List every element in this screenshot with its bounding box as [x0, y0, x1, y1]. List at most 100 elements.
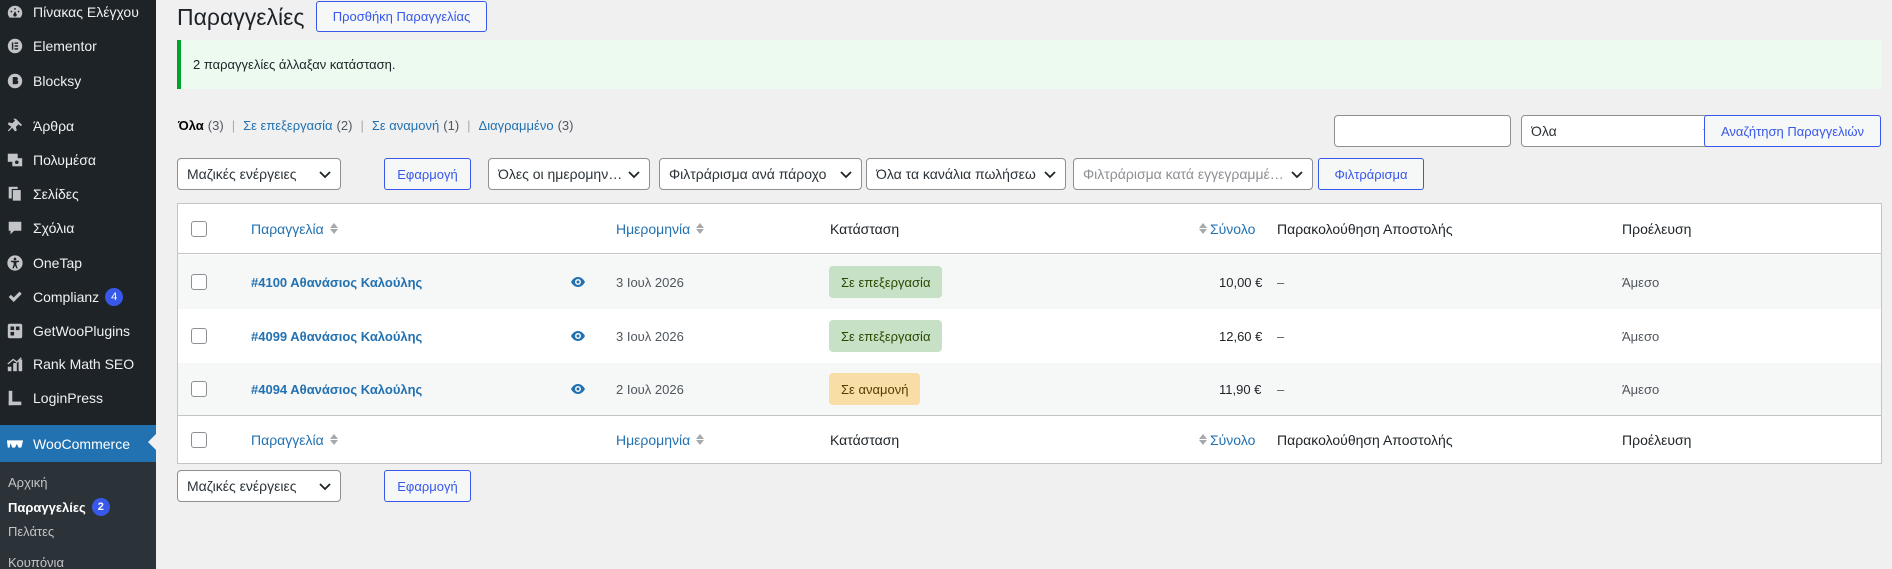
table-row[interactable]: #4094 Αθανάσιος Καλούλης 2 Ιουλ 2026 Σε … — [178, 363, 1881, 415]
sidebar-item-woocommerce[interactable]: WooCommerce — [0, 425, 156, 462]
table-header: Παραγγελία Ημερομηνία Κατάσταση Σύνολο Π… — [178, 204, 1881, 254]
customer-filter-select[interactable]: Φιλτράρισμα κατά εγγεγραμμέν... — [1073, 158, 1313, 190]
sidebar-item-media[interactable]: Πολυμέσα — [0, 143, 156, 177]
header-status-label: Κατάσταση — [830, 220, 900, 237]
footer-total[interactable]: Σύνολο — [1199, 416, 1255, 463]
sort-icon — [329, 223, 338, 234]
view-separator: | — [231, 118, 236, 133]
tracking-cell: – — [1277, 274, 1285, 290]
dates-select[interactable]: Όλες οι ημερομηνίες — [488, 158, 650, 190]
woocommerce-submenu: Αρχική Παραγγελίες 2 Πελάτες Κουπόνια — [0, 462, 156, 569]
header-total[interactable]: Σύνολο — [1199, 204, 1255, 253]
sidebar-item-label: Elementor — [33, 38, 97, 54]
view-trash[interactable]: Διαγραμμένο — [479, 118, 554, 133]
select-all-checkbox[interactable] — [191, 220, 207, 237]
date-cell: 3 Ιουλ 2026 — [616, 274, 684, 290]
submenu-customers[interactable]: Πελάτες — [8, 524, 54, 539]
view-separator: | — [360, 118, 364, 133]
footer-tracking-label: Παρακολούθηση Αποστολής — [1277, 431, 1453, 448]
channels-value: Όλα τα κανάλια πωλήσεω — [876, 166, 1036, 182]
bottom-apply-button[interactable]: Εφαρμογή — [384, 470, 471, 502]
chevron-down-icon — [1043, 167, 1057, 181]
header-total-label: Σύνολο — [1210, 220, 1256, 237]
order-link[interactable]: #4094 Αθανάσιος Καλούλης — [251, 382, 422, 397]
sidebar-item-getwooplugins[interactable]: GetWooPlugins — [0, 314, 156, 348]
preview-eye-icon[interactable] — [571, 309, 585, 363]
submenu-label: Κουπόνια — [8, 555, 64, 569]
row-checkbox[interactable] — [191, 328, 207, 344]
chevron-down-icon — [839, 167, 853, 181]
sidebar-item-label: Σχόλια — [33, 220, 75, 236]
row-checkbox[interactable] — [191, 274, 207, 290]
sidebar-item-dashboard[interactable]: Πίνακας Ελέγχου — [0, 0, 156, 29]
sidebar-item-label: Πολυμέσα — [33, 152, 96, 168]
preview-eye-icon[interactable] — [571, 255, 585, 309]
elementor-icon — [5, 36, 25, 56]
channels-select[interactable]: Όλα τα κανάλια πωλήσεω — [866, 158, 1066, 190]
provider-value: Φιλτράρισμα ανά πάροχο — [669, 166, 827, 182]
order-cell: #4100 Αθανάσιος Καλούλης — [251, 255, 422, 309]
select-all-checkbox[interactable] — [191, 431, 207, 448]
sidebar-item-rankmath[interactable]: Rank Math SEO — [0, 347, 156, 381]
view-processing[interactable]: Σε επεξεργασία — [243, 118, 332, 133]
sidebar-item-loginpress[interactable]: LoginPress — [0, 381, 156, 415]
sidebar-item-label: Complianz — [33, 289, 100, 305]
search-orders-button[interactable]: Αναζήτηση Παραγγελιών — [1704, 115, 1881, 147]
footer-date-label: Ημερομηνία — [616, 431, 691, 448]
sidebar-item-posts[interactable]: Άρθρα — [0, 109, 156, 143]
sort-icon — [1199, 223, 1207, 234]
sidebar-item-comments[interactable]: Σχόλια — [0, 211, 156, 245]
search-scope-select[interactable]: Όλα — [1521, 115, 1725, 147]
preview-eye-icon[interactable] — [571, 363, 585, 415]
sidebar-item-label: Rank Math SEO — [33, 356, 135, 372]
sidebar-item-label: Άρθρα — [33, 118, 75, 134]
dates-value: Όλες οι ημερομηνίες — [498, 166, 623, 182]
order-cell: #4099 Αθανάσιος Καλούλης — [251, 309, 422, 363]
footer-origin: Προέλευση — [1622, 416, 1691, 463]
plugins-icon — [5, 321, 25, 341]
sidebar-item-label: OneTap — [33, 255, 83, 271]
view-separator: | — [467, 118, 471, 133]
total-cell: 10,00 € — [1219, 274, 1263, 290]
table-row[interactable]: #4099 Αθανάσιος Καλούλης 3 Ιουλ 2026 Σε … — [178, 309, 1881, 363]
submenu-home[interactable]: Αρχική — [8, 475, 48, 490]
row-checkbox[interactable] — [191, 381, 207, 397]
order-link[interactable]: #4099 Αθανάσιος Καλούλης — [251, 329, 422, 344]
provider-select[interactable]: Φιλτράρισμα ανά πάροχο — [659, 158, 862, 190]
sidebar-item-label: LoginPress — [33, 390, 104, 406]
sort-icon — [1199, 434, 1207, 445]
view-on-hold[interactable]: Σε αναμονή — [372, 118, 439, 133]
view-on-hold-count: (1) — [443, 118, 460, 133]
header-date[interactable]: Ημερομηνία — [616, 204, 705, 253]
sidebar-item-blocksy[interactable]: Blocksy — [0, 64, 156, 98]
footer-order[interactable]: Παραγγελία — [251, 416, 338, 463]
view-all-count: (3) — [207, 118, 224, 133]
search-input[interactable] — [1334, 115, 1511, 147]
filter-button[interactable]: Φιλτράρισμα — [1318, 158, 1424, 190]
submenu-coupons[interactable]: Κουπόνια — [8, 555, 64, 569]
header-order[interactable]: Παραγγελία — [251, 204, 338, 253]
login-icon — [5, 388, 25, 408]
sidebar-item-elementor[interactable]: Elementor — [0, 29, 156, 63]
sidebar-item-pages[interactable]: Σελίδες — [0, 177, 156, 211]
status-cell: Σε επεξεργασία — [829, 255, 943, 309]
sidebar-item-onetap[interactable]: OneTap — [0, 246, 156, 280]
order-link[interactable]: #4100 Αθανάσιος Καλούλης — [251, 275, 422, 290]
apply-button[interactable]: Εφαρμογή — [384, 158, 471, 190]
total-cell: 11,90 € — [1219, 381, 1262, 397]
submenu-label: Πελάτες — [8, 524, 55, 539]
bottom-bulk-actions-select[interactable]: Μαζικές ενέργειες — [177, 470, 341, 502]
footer-date[interactable]: Ημερομηνία — [616, 416, 705, 463]
table-row[interactable]: #4100 Αθανάσιος Καλούλης 3 Ιουλ 2026 Σε … — [178, 255, 1881, 309]
sidebar-item-complianz[interactable]: Complianz 4 — [0, 280, 156, 314]
submenu-label: Αρχική — [8, 475, 48, 490]
submenu-orders[interactable]: Παραγγελίες 2 — [8, 498, 110, 516]
sidebar-item-label: Πίνακας Ελέγχου — [33, 4, 139, 20]
add-order-button[interactable]: Προσθήκη Παραγγελίας — [316, 1, 487, 32]
header-date-label: Ημερομηνία — [616, 220, 691, 237]
footer-tracking: Παρακολούθηση Αποστολής — [1277, 416, 1453, 463]
sidebar-item-label: Blocksy — [33, 73, 82, 89]
bulk-actions-select[interactable]: Μαζικές ενέργειες — [177, 158, 341, 190]
chart-icon — [5, 354, 25, 374]
view-all[interactable]: Όλα — [178, 118, 204, 133]
